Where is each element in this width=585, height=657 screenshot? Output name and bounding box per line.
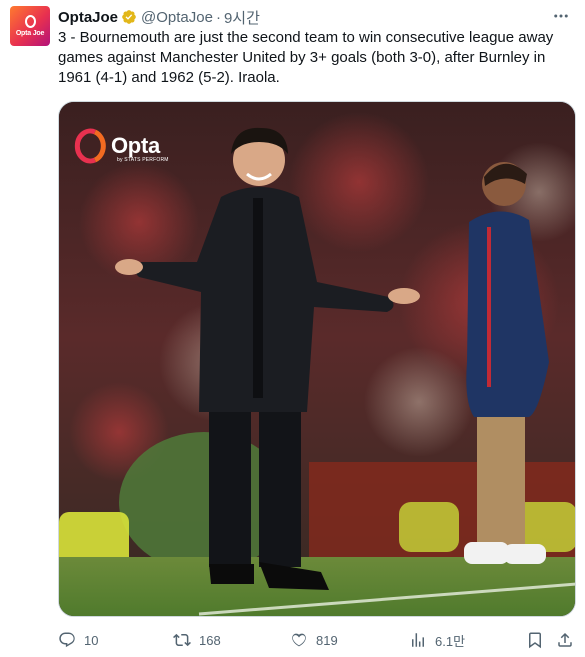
opta-brand-text: Opta <box>111 133 160 158</box>
separator-dot: · <box>215 8 221 26</box>
more-dots-icon <box>554 14 568 18</box>
bookmark-icon <box>529 632 541 649</box>
photo-illustration <box>59 102 575 616</box>
avatar[interactable]: Opta Joe <box>10 6 50 46</box>
retweet-count: 168 <box>199 632 221 648</box>
reply-button[interactable]: 10 <box>58 631 98 649</box>
bookmark-button[interactable] <box>526 631 544 649</box>
like-button[interactable]: 819 <box>290 631 338 649</box>
views-button[interactable]: 6.1만 <box>409 631 465 650</box>
opta-o-icon <box>24 14 36 28</box>
like-count: 819 <box>316 632 338 648</box>
retweet-button[interactable]: 168 <box>173 631 221 649</box>
display-name[interactable]: OptaJoe <box>58 9 118 26</box>
share-icon <box>558 632 572 647</box>
share-button[interactable] <box>556 631 574 649</box>
tweet-photo[interactable]: Opta by STATS PERFORM <box>58 101 576 617</box>
heart-icon <box>292 633 306 647</box>
timestamp[interactable]: 9시간 <box>224 7 260 28</box>
retweet-icon <box>173 633 191 647</box>
verified-badge-icon[interactable] <box>121 9 137 25</box>
avatar-logo-text: Opta Joe <box>15 29 45 37</box>
views-chart-icon <box>412 633 424 647</box>
reply-icon <box>59 632 75 648</box>
tweet-header: OptaJoe @OptaJoe · 9시간 <box>58 7 260 27</box>
views-count: 6.1만 <box>435 633 466 649</box>
reply-count: 10 <box>84 632 99 648</box>
opta-watermark: Opta <box>111 135 160 157</box>
tweet-text: 3 - Bournemouth are just the second team… <box>58 29 558 86</box>
more-options-button[interactable] <box>549 6 573 26</box>
action-bar: 10 168 819 6.1만 <box>58 628 578 652</box>
handle[interactable]: @OptaJoe <box>141 9 213 26</box>
opta-brand-subtext: by STATS PERFORM <box>117 157 169 163</box>
